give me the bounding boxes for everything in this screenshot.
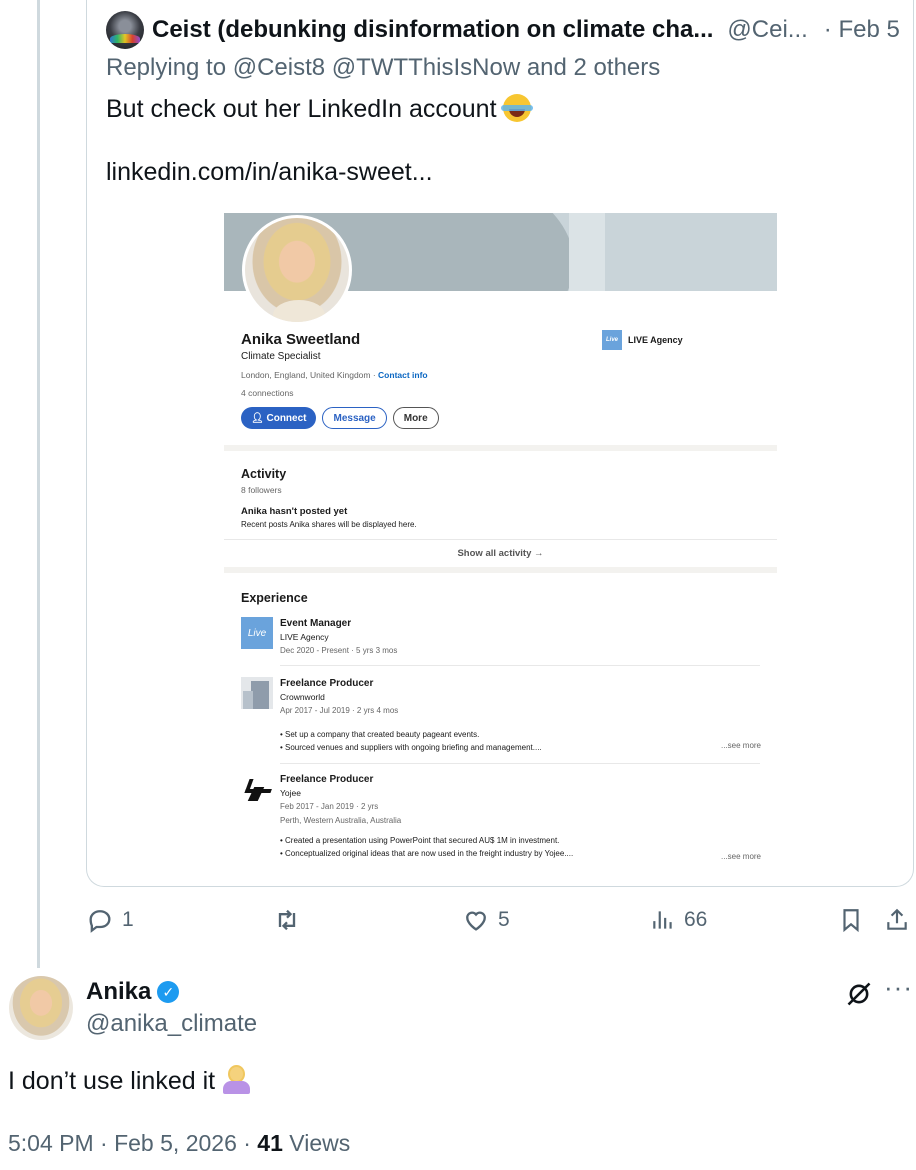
like-count: 5 [498, 908, 510, 931]
like-button[interactable]: 5 [462, 906, 510, 934]
bookmark-button[interactable] [838, 906, 864, 934]
current-company-name: LIVE Agency [628, 335, 683, 345]
profile-photo [242, 215, 352, 325]
activity-title: Activity [241, 467, 287, 481]
more-button: More [392, 407, 439, 429]
live-agency-logo-icon: Live [602, 330, 622, 350]
quoted-author-handle[interactable]: @Cei... [727, 16, 807, 44]
see-more-link: ...see more [720, 741, 761, 750]
thread-line [37, 0, 40, 968]
experience-section: Experience Live Event Manager LIVE Agenc… [224, 573, 777, 885]
profile-location: London, England, United Kingdom · Contac… [241, 370, 428, 380]
reply-author-avatar[interactable] [9, 976, 73, 1040]
reply-author-handle[interactable]: @anika_climate [86, 1010, 257, 1038]
profile-buttons: 👤︎ Connect Message More [241, 407, 439, 429]
bookmark-icon [843, 909, 859, 933]
job-bullet: • Sourced venues and suppliers with ongo… [280, 743, 542, 752]
reply-metadata: 5:04 PM · Feb 5, 2026 · 41 Views [8, 1130, 350, 1157]
quoted-tweet-date[interactable]: · Feb 5 [824, 16, 900, 44]
location-text: London, England, United Kingdom · [241, 370, 379, 380]
reply-views-count: 41 [257, 1130, 283, 1156]
experience-title: Experience [241, 591, 308, 605]
quoted-author-name[interactable]: Ceist (debunking disinformation on clima… [152, 16, 713, 44]
followers-count: 8 followers [241, 485, 282, 495]
laughing-emoji-icon [500, 94, 533, 122]
reply-text-content: I don’t use linked it [8, 1067, 216, 1095]
verified-badge-icon: ✓ [157, 981, 180, 1003]
views-button[interactable]: 66 [650, 906, 707, 934]
job-bullet: • Conceptualized original ideas that are… [280, 849, 574, 858]
job-dates: Dec 2020 - Present · 5 yrs 3 mos [280, 646, 398, 655]
divider [280, 763, 760, 764]
message-button: Message [322, 407, 387, 429]
current-company: Live LIVE Agency [602, 330, 683, 350]
yojee-logo-icon [241, 773, 273, 805]
crownworld-logo-icon [241, 677, 273, 709]
linkedin-link[interactable]: linkedin.com/in/anika-sweet... [106, 158, 433, 187]
profile-name: Anika Sweetland [241, 331, 361, 348]
quoted-tweet-text-content: But check out her LinkedIn account [106, 95, 497, 123]
job-company: LIVE Agency [280, 632, 329, 642]
share-button[interactable] [884, 906, 910, 934]
see-more-link: ...see more [720, 852, 761, 861]
reply-author-name-row[interactable]: Anika ✓ [86, 978, 180, 1006]
experience-details: Freelance Producer Yojee Feb 2017 - Jan … [280, 773, 573, 860]
grok-button[interactable] [845, 980, 873, 1013]
show-all-activity: Show all activity → [224, 539, 777, 567]
activity-section: Activity 8 followers Anika hasn't posted… [224, 451, 777, 567]
job-bullets: • Set up a company that created beauty p… [280, 728, 542, 754]
job-dates: Apr 2017 - Jul 2019 · 2 yrs 4 mos [280, 706, 399, 715]
reply-count: 1 [122, 908, 134, 931]
reply-icon [89, 910, 111, 933]
linkedin-profile-card: Anika Sweetland Climate Specialist Londo… [224, 213, 777, 445]
no-posts-heading: Anika hasn't posted yet [241, 506, 348, 517]
experience-details: Freelance Producer Crownworld Apr 2017 -… [280, 677, 542, 754]
job-bullet: • Set up a company that created beauty p… [280, 730, 480, 739]
divider [280, 665, 760, 666]
experience-details: Event Manager LIVE Agency Dec 2020 - Pre… [280, 617, 397, 658]
retweet-button[interactable] [272, 906, 302, 934]
profile-headline: Climate Specialist [241, 351, 321, 362]
reply-text: I don’t use linked it [8, 1065, 251, 1096]
share-icon [887, 908, 907, 930]
connect-icon: 👤︎ [251, 412, 264, 424]
views-count: 66 [684, 908, 708, 931]
profile-connections: 4 connections [241, 388, 294, 398]
linkedin-screenshot[interactable]: Anika Sweetland Climate Specialist Londo… [224, 213, 777, 885]
connect-label: Connect [266, 412, 307, 424]
job-title: Event Manager [280, 618, 352, 629]
job-title: Freelance Producer [280, 774, 374, 785]
job-dates: Feb 2017 - Jan 2019 · 2 yrs [280, 802, 379, 811]
job-title: Freelance Producer [280, 678, 374, 689]
reply-author-name[interactable]: Anika [86, 978, 151, 1006]
grok-icon [847, 982, 871, 1006]
no-posts-subtext: Recent posts Anika shares will be displa… [241, 520, 417, 529]
connect-button: 👤︎ Connect [241, 407, 317, 429]
live-agency-logo-icon: Live [241, 617, 273, 649]
retweet-icon [278, 909, 296, 931]
job-location: Perth, Western Australia, Australia [280, 816, 402, 825]
like-icon [466, 911, 486, 931]
job-company: Crownworld [280, 692, 325, 702]
shrug-emoji-icon [221, 1065, 251, 1095]
contact-info-link: Contact info [378, 370, 428, 380]
quoted-tweet-header: Ceist (debunking disinformation on clima… [106, 10, 906, 50]
quoted-tweet-text: But check out her LinkedIn account [106, 94, 533, 124]
reply-timestamp[interactable]: 5:04 PM · Feb 5, 2026 · [8, 1130, 257, 1156]
views-icon [653, 911, 672, 929]
replying-to[interactable]: Replying to @Ceist8 @TWTThisIsNow and 2 … [106, 54, 660, 82]
reply-views-label: Views [282, 1130, 351, 1156]
more-icon[interactable]: ··· [884, 972, 913, 1003]
job-bullets: • Created a presentation using PowerPoin… [280, 834, 573, 860]
job-company: Yojee [280, 788, 301, 798]
tweet-action-bar: 1 5 66 [0, 902, 916, 942]
quoted-author-avatar[interactable] [106, 11, 144, 49]
job-bullet: • Created a presentation using PowerPoin… [280, 836, 560, 845]
reply-button[interactable]: 1 [86, 906, 134, 934]
